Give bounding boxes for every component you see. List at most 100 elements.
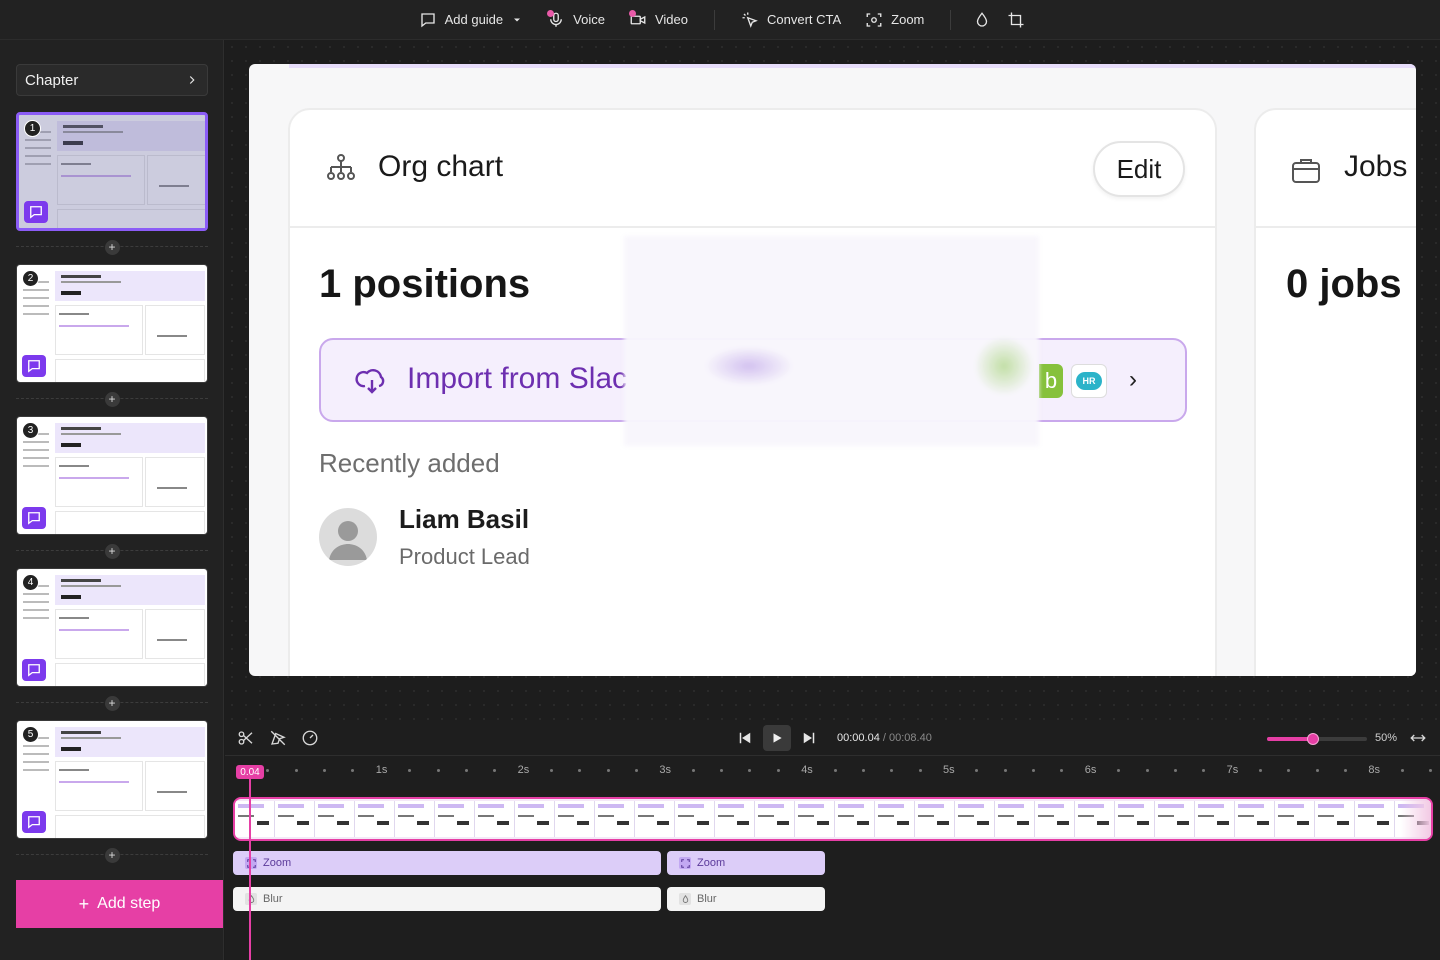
- step-thumbnail[interactable]: 2: [16, 264, 208, 383]
- insert-step-row: +: [16, 391, 208, 407]
- step-canvas[interactable]: Org chart Edit 1 positions Import from S…: [249, 64, 1416, 676]
- video-frame: [235, 801, 275, 837]
- ruler-tick: [1173, 769, 1177, 772]
- ruler-label: 6s: [1084, 764, 1097, 776]
- video-frame: [555, 801, 595, 837]
- fit-width-icon[interactable]: [1409, 729, 1427, 747]
- cursor-off-icon[interactable]: [269, 729, 287, 747]
- voice-button[interactable]: Voice: [535, 0, 617, 40]
- zoom-segment[interactable]: Zoom: [233, 851, 661, 875]
- ruler-tick: [1003, 769, 1007, 772]
- insert-step-row: +: [16, 543, 208, 559]
- ruler-tick: [1145, 769, 1149, 772]
- step-thumbnail[interactable]: 3: [16, 416, 208, 535]
- timeline-panel: 00:00.04 / 00:08.40 50% 1s 2s 3s 4s 5s 6s 7s 8s…: [225, 720, 1440, 960]
- zoom-button[interactable]: Zoom: [853, 0, 936, 40]
- steps-sidebar: Chapter 1 +2 +3 +4 +5 + + Add step: [0, 40, 224, 960]
- thumb-line: [59, 325, 129, 327]
- zoom-segment[interactable]: Zoom: [667, 851, 825, 875]
- import-text: Import from Slack: [407, 362, 627, 395]
- zoom-label: Zoom: [891, 12, 925, 27]
- video-frame: [475, 801, 515, 837]
- thumb-card: [145, 457, 205, 507]
- scissors-icon[interactable]: [237, 729, 255, 747]
- step-number-badge: 1: [24, 120, 41, 137]
- step-thumbnail[interactable]: 5: [16, 720, 208, 839]
- add-step-label: Add step: [97, 895, 161, 912]
- ruler-tick: [1287, 769, 1291, 772]
- person-name: Liam Basil: [399, 504, 530, 534]
- zoom-percent: 50%: [1375, 732, 1398, 744]
- insert-step-plus-button[interactable]: +: [104, 239, 120, 255]
- insert-step-plus-button[interactable]: +: [104, 543, 120, 559]
- skip-forward-icon[interactable]: [800, 729, 818, 747]
- thumb-card: [145, 305, 205, 355]
- blur-smudge-2: [974, 336, 1034, 396]
- blur-smudge: [704, 346, 794, 386]
- timeline-controls: 00:00.04 / 00:08.40 50%: [225, 720, 1440, 756]
- ruler-tick: [861, 769, 865, 772]
- ruler-tick: [266, 769, 270, 772]
- video-frame: [1155, 801, 1195, 837]
- toolbar-group-tools: [965, 0, 1033, 40]
- integration-logo-hr: HR: [1071, 364, 1107, 398]
- speed-gauge-icon[interactable]: [301, 729, 319, 747]
- zoom-slider[interactable]: [1267, 733, 1367, 745]
- chapter-button[interactable]: Chapter: [16, 64, 208, 96]
- ruler-tick: [918, 769, 922, 772]
- ruler-tick: [464, 769, 468, 772]
- guide-bubble-icon: [22, 355, 46, 377]
- convert-cta-button[interactable]: Convert CTA: [729, 0, 853, 40]
- add-step-button[interactable]: + Add step: [16, 880, 223, 928]
- zoom-focus-icon: [245, 857, 257, 869]
- video-frame: [1075, 801, 1115, 837]
- zoom-slider-handle[interactable]: [1307, 733, 1319, 745]
- blur-tool-button[interactable]: [965, 0, 999, 40]
- video-frame: [795, 801, 835, 837]
- zoom-focus-icon: [679, 857, 691, 869]
- play-button[interactable]: [763, 725, 791, 751]
- video-frame: [915, 801, 955, 837]
- add-guide-button[interactable]: Add guide: [407, 0, 536, 40]
- insert-step-plus-button[interactable]: +: [104, 391, 120, 407]
- ruler-tick: [1202, 769, 1206, 772]
- insert-step-plus-button[interactable]: +: [104, 847, 120, 863]
- chevron-right-icon: ›: [1129, 366, 1137, 393]
- playhead-label[interactable]: 0.04: [236, 765, 264, 779]
- total-time: / 00:08.40: [882, 732, 932, 744]
- ruler-tick: [776, 769, 780, 772]
- current-time: 00:00.04: [837, 732, 880, 744]
- ruler-tick: [1117, 769, 1121, 772]
- video-frame: [1195, 801, 1235, 837]
- blur-segment[interactable]: Blur: [667, 887, 825, 911]
- chevron-right-icon: [189, 76, 195, 84]
- crop-tool-button[interactable]: [999, 0, 1033, 40]
- video-frame: [1315, 801, 1355, 837]
- thumb-line: [59, 769, 89, 771]
- edit-button[interactable]: Edit: [1093, 141, 1185, 197]
- ruler-tick: [323, 769, 327, 772]
- blur-segment[interactable]: Blur: [233, 887, 661, 911]
- ruler-tick: [351, 769, 355, 772]
- step-thumbnail[interactable]: 4: [16, 568, 208, 687]
- video-track[interactable]: [233, 797, 1433, 841]
- insert-step-row: +: [16, 695, 208, 711]
- blur-region[interactable]: [624, 236, 1039, 446]
- video-frame: [955, 801, 995, 837]
- video-frame: [1035, 801, 1075, 837]
- playhead-line[interactable]: [249, 778, 251, 960]
- thumb-card: [55, 359, 205, 382]
- insert-step-row: +: [16, 239, 208, 255]
- editor-stage: Org chart Edit 1 positions Import from S…: [225, 40, 1440, 720]
- step-thumbnail[interactable]: 1: [16, 112, 208, 231]
- skip-back-icon[interactable]: [736, 729, 754, 747]
- guide-bubble-icon: [24, 201, 48, 223]
- ruler-tick: [294, 769, 298, 772]
- time-readout: 00:00.04 / 00:08.40: [837, 732, 932, 744]
- video-frame: [1115, 801, 1155, 837]
- thumb-card: [145, 761, 205, 811]
- toolbar-divider-2: [950, 9, 952, 30]
- time-ruler[interactable]: 1s 2s 3s 4s 5s 6s 7s 8s: [225, 760, 1440, 784]
- insert-step-plus-button[interactable]: +: [104, 695, 120, 711]
- video-button[interactable]: Video: [617, 0, 700, 40]
